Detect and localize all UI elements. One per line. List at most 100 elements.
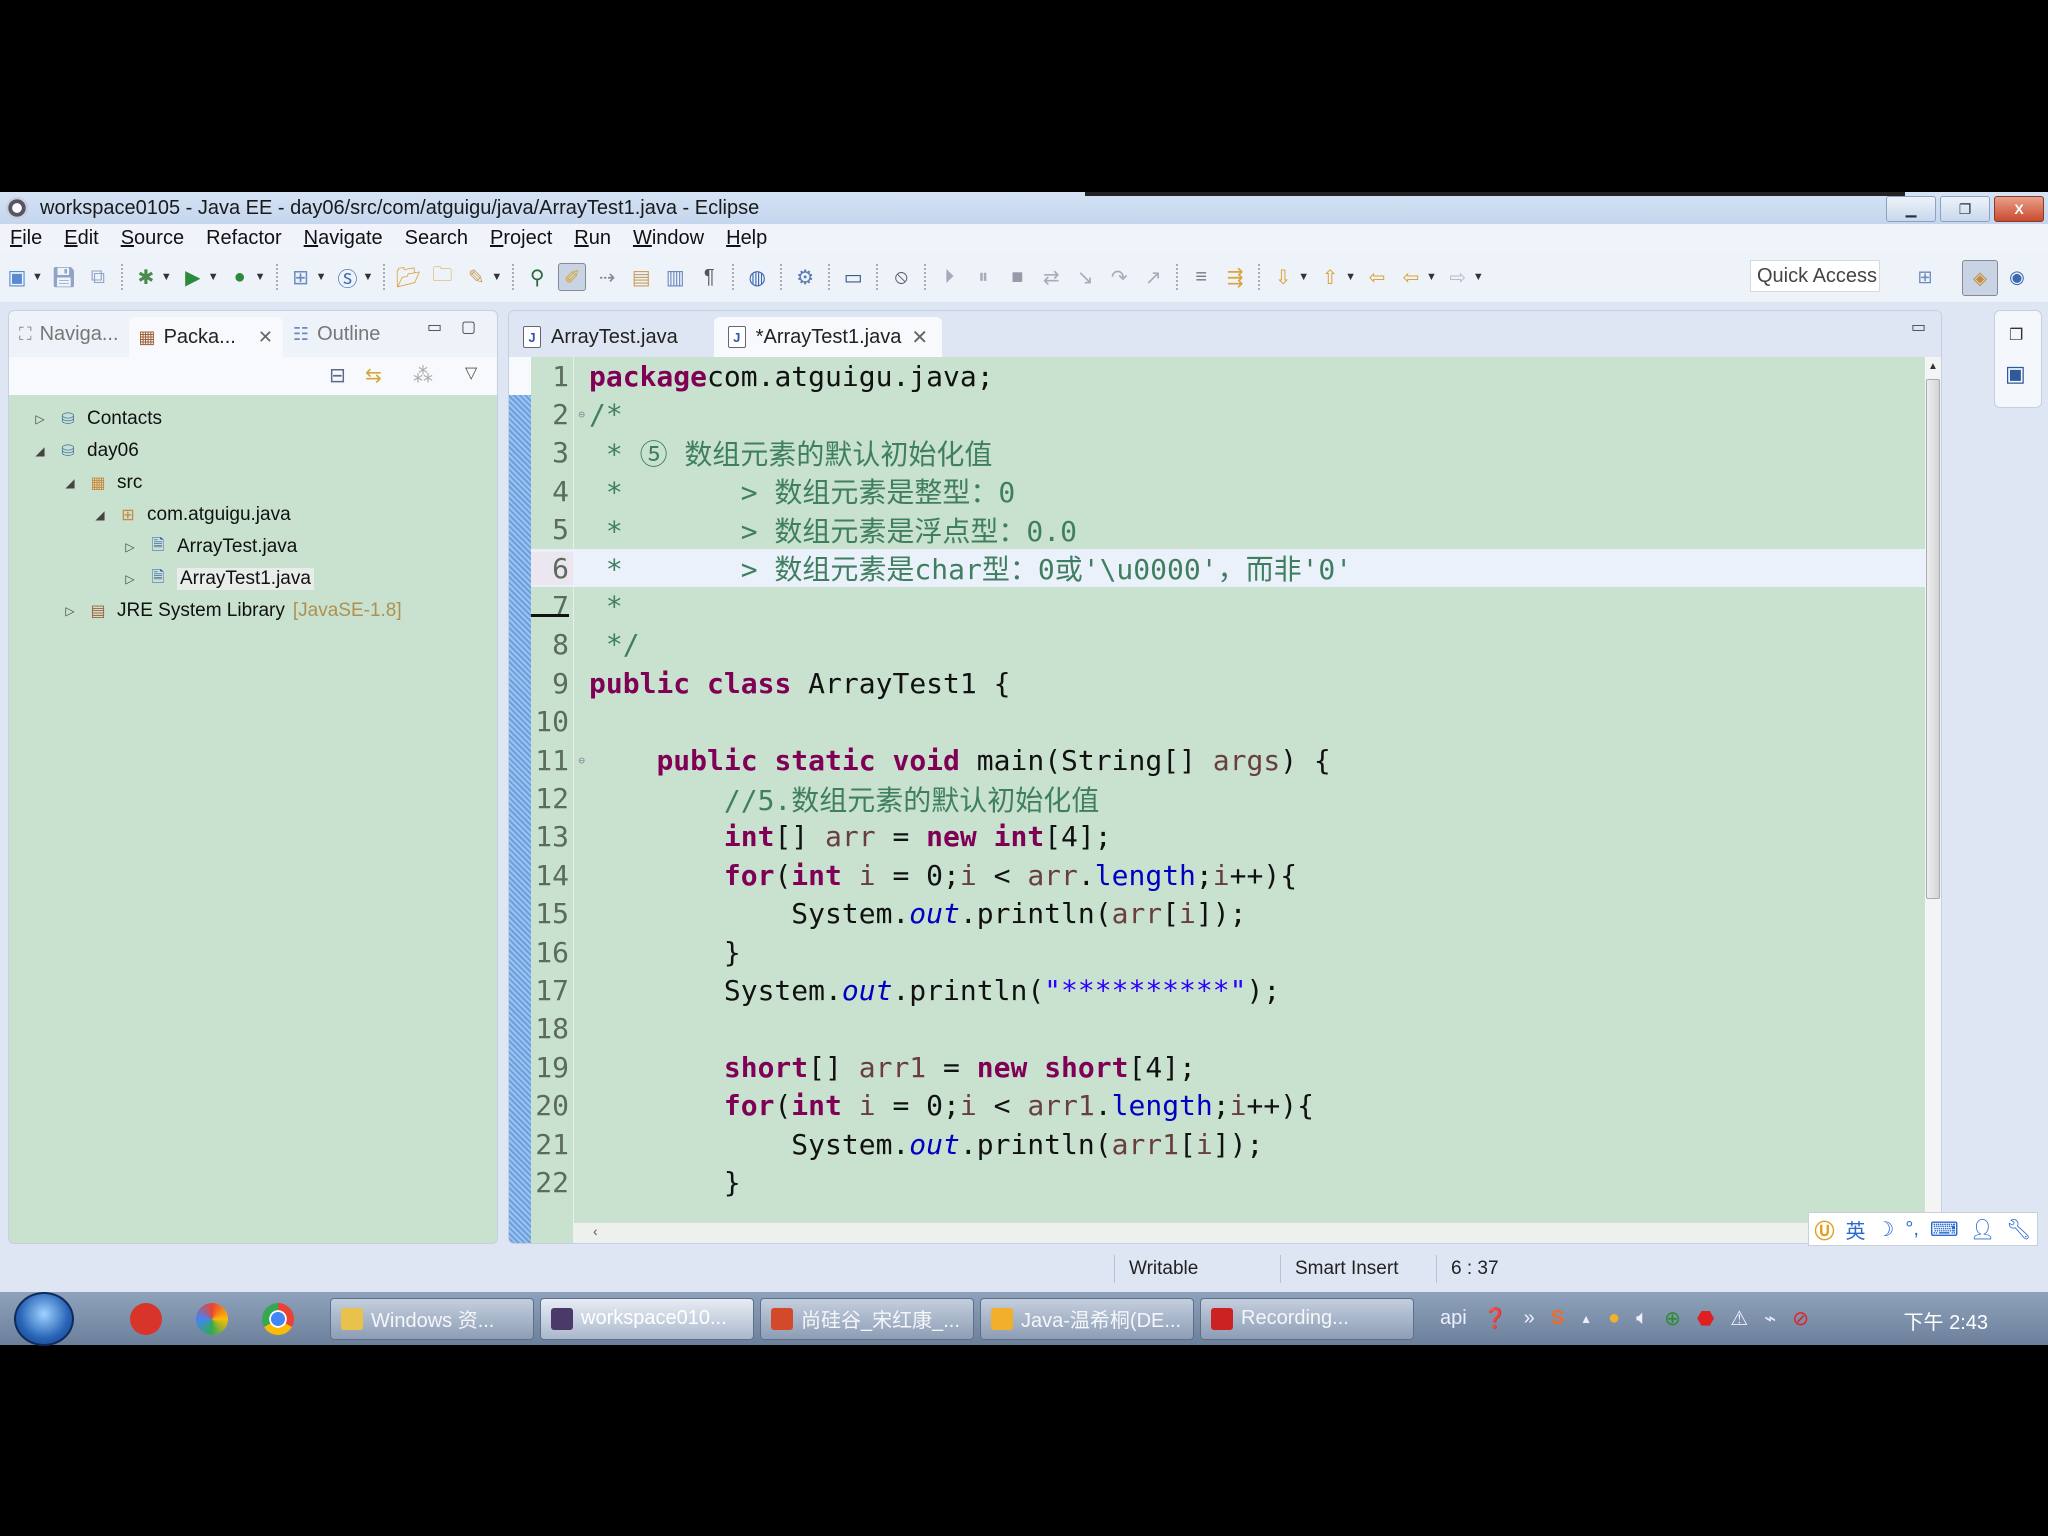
code-line[interactable]: 20 for(int i = 0;i < arr1.length;i++){ — [531, 1086, 1925, 1124]
minimize-editor-icon[interactable]: ▭ — [1911, 317, 1926, 337]
debug-dropdown[interactable]: ▼ — [161, 271, 172, 283]
menu-edit[interactable]: Edit — [64, 227, 98, 250]
tree-item[interactable]: ▷ ▤ JRE System Library [JavaSE-1.8] — [9, 595, 497, 627]
save-all-icon[interactable]: ⧉ — [85, 264, 111, 290]
collapse-arrow-icon[interactable]: ◢ — [31, 444, 49, 458]
skip-breakpoints-icon[interactable]: ⦸ — [888, 264, 914, 290]
tab-navigator[interactable]: ⛶ Naviga... — [9, 314, 129, 354]
horizontal-scrollbar[interactable]: ‹ — [573, 1223, 1925, 1243]
debug-icon[interactable]: ✱ — [133, 264, 159, 290]
open-folder-icon[interactable]: 🗀 — [429, 264, 455, 290]
word-wrap-icon[interactable]: ≡ — [1188, 264, 1214, 290]
code-lines[interactable]: 1 packagecom.atguigu.java; 2 ⊖/* 3 * ⑤ 数组元素的… — [531, 357, 1925, 1202]
menu-project[interactable]: Project — [490, 227, 552, 250]
code-line[interactable]: 4 * > 数组元素是整型：0 — [531, 472, 1925, 510]
last-edit-icon[interactable]: ⇦ — [1364, 264, 1390, 290]
messenger-tray-icon[interactable]: ● — [1608, 1307, 1620, 1330]
fold-toggle-icon[interactable]: ⊖ — [578, 754, 585, 767]
scroll-up-icon[interactable]: ▲ — [1925, 361, 1941, 372]
code-line[interactable]: 7 * — [531, 587, 1925, 625]
open-perspective-icon[interactable]: ⊞ — [1908, 260, 1942, 294]
expand-arrow-icon[interactable]: ▷ — [31, 412, 49, 426]
ime-keyboard-icon[interactable]: ⌨ — [1930, 1217, 1959, 1242]
run-ant-icon[interactable]: ⚙ — [792, 264, 818, 290]
menu-refactor[interactable]: Refactor — [206, 227, 282, 250]
new-server-dropdown[interactable]: ▼ — [316, 271, 327, 283]
sogou-ime-icon[interactable]: S — [1551, 1307, 1564, 1330]
expand-arrow-icon[interactable]: ▷ — [61, 604, 79, 618]
focus-working-set-icon[interactable]: ⁂ — [413, 363, 433, 388]
scrollbar-thumb[interactable] — [1926, 379, 1940, 899]
expand-arrow-icon[interactable]: ▷ — [121, 572, 139, 586]
code-line[interactable]: 14 for(int i = 0;i < arr.length;i++){ — [531, 856, 1925, 894]
tab-outline[interactable]: ☷ Outline — [283, 314, 391, 354]
scroll-left-icon[interactable]: ‹ — [593, 1223, 598, 1239]
close-button[interactable]: X — [1994, 196, 2044, 222]
taskbar-item[interactable]: Recording... — [1200, 1297, 1414, 1340]
start-button[interactable] — [14, 1291, 74, 1346]
chrome-icon[interactable] — [262, 1302, 294, 1335]
step-over-icon[interactable]: ↷ — [1106, 264, 1132, 290]
clock[interactable]: 下午 2:43 — [1904, 1306, 1988, 1335]
taskbar-item[interactable]: Java-温希桐(DE... — [980, 1297, 1194, 1340]
next-annotation-down-icon[interactable]: ⇩ — [1270, 264, 1296, 290]
pinned-photos-icon[interactable] — [196, 1302, 228, 1335]
code-line[interactable]: 5 * > 数组元素是浮点型：0.0 — [531, 511, 1925, 549]
code-line[interactable]: 13 int[] arr = new int[4]; — [531, 818, 1925, 856]
suspend-icon[interactable]: ⏸ — [970, 264, 996, 290]
next-annotation-dropdown[interactable]: ▼ — [1298, 271, 1309, 283]
display-icon[interactable]: ⊘ — [1792, 1306, 1809, 1331]
pin-icon[interactable]: ⚲ — [524, 264, 550, 290]
new-icon[interactable]: ▣ — [4, 264, 30, 290]
run-external-icon[interactable]: ● — [227, 264, 253, 290]
new-class-dropdown[interactable]: ▼ — [362, 271, 373, 283]
menu-file[interactable]: File — [10, 227, 42, 250]
collapse-all-icon[interactable]: ⊟ — [329, 363, 346, 388]
console-view-icon[interactable]: ▣ — [2005, 361, 2026, 387]
code-line[interactable]: 19 short[] arr1 = new short[4]; — [531, 1048, 1925, 1086]
previous-annotation-icon[interactable]: ⇧ — [1317, 264, 1343, 290]
ime-mode[interactable]: 英 — [1845, 1215, 1865, 1244]
globe-icon[interactable]: ◍ — [744, 264, 770, 290]
pinned-app-icon[interactable] — [130, 1302, 162, 1335]
console-icon[interactable]: ▭ — [840, 264, 866, 290]
step-return-icon[interactable]: ↗ — [1140, 264, 1166, 290]
tree-item[interactable]: ◢ ⛁ day06 — [9, 435, 497, 467]
tree-item[interactable]: ◢ ▦ src — [9, 467, 497, 499]
expand-arrow-icon[interactable]: ▷ — [121, 540, 139, 554]
ime-user-icon[interactable]: 👤︎ — [1970, 1217, 1995, 1242]
code-line[interactable]: 2 ⊖/* — [531, 395, 1925, 433]
new-class-icon[interactable]: Ⓢ — [334, 264, 360, 291]
code-line[interactable]: 18 — [531, 1010, 1925, 1048]
code-line[interactable]: 12 //5.数组元素的默认初始化值 — [531, 779, 1925, 817]
disconnect-icon[interactable]: ⇄ — [1038, 264, 1064, 290]
code-line[interactable]: 22 } — [531, 1163, 1925, 1201]
forward-icon[interactable]: ⇨ — [1445, 264, 1471, 290]
ime-punctuation-icon[interactable]: °, — [1905, 1218, 1919, 1241]
close-tab-icon[interactable]: ✕ — [911, 325, 928, 350]
back-icon[interactable]: ⇦ — [1398, 264, 1424, 290]
collapse-arrow-icon[interactable]: ◢ — [91, 508, 109, 522]
tree-item[interactable]: ▷ 🗎 ArrayTest.java — [9, 531, 497, 563]
maximize-view-icon[interactable]: ▢ — [461, 317, 476, 337]
resume-icon[interactable]: ⏵ — [936, 264, 962, 290]
code-line[interactable]: 8 */ — [531, 626, 1925, 664]
quick-access-input[interactable]: Quick Access — [1750, 260, 1880, 292]
ime-logo-icon[interactable]: Ⓤ — [1814, 1215, 1834, 1244]
menu-run[interactable]: Run — [574, 227, 611, 250]
power-icon[interactable]: ⌁ — [1764, 1306, 1776, 1331]
tree-item[interactable]: ◢ ⊞ com.atguigu.java — [9, 499, 497, 531]
taskbar-item[interactable]: 尚硅谷_宋红康_... — [760, 1297, 974, 1340]
mark-occurrences-icon[interactable]: ✐ — [558, 263, 587, 291]
new-dropdown[interactable]: ▼ — [32, 271, 43, 283]
document-icon[interactable]: ▥ — [662, 264, 688, 290]
add-tray-icon[interactable]: ⊕ — [1664, 1306, 1681, 1331]
volume-icon[interactable]: 🔈︎ — [1636, 1307, 1648, 1330]
show-whitespace-icon[interactable]: ▤ — [628, 264, 654, 290]
run-icon[interactable]: ▶ — [180, 264, 206, 290]
menu-help[interactable]: Help — [726, 227, 767, 250]
next-annotation-icon[interactable]: ⇶ — [1222, 264, 1248, 290]
tree-item[interactable]: ▷ 🗎 ArrayTest1.java — [9, 563, 497, 595]
taskbar-item[interactable]: Windows 资... — [330, 1297, 534, 1340]
view-menu-icon[interactable]: ▽ — [465, 363, 477, 383]
